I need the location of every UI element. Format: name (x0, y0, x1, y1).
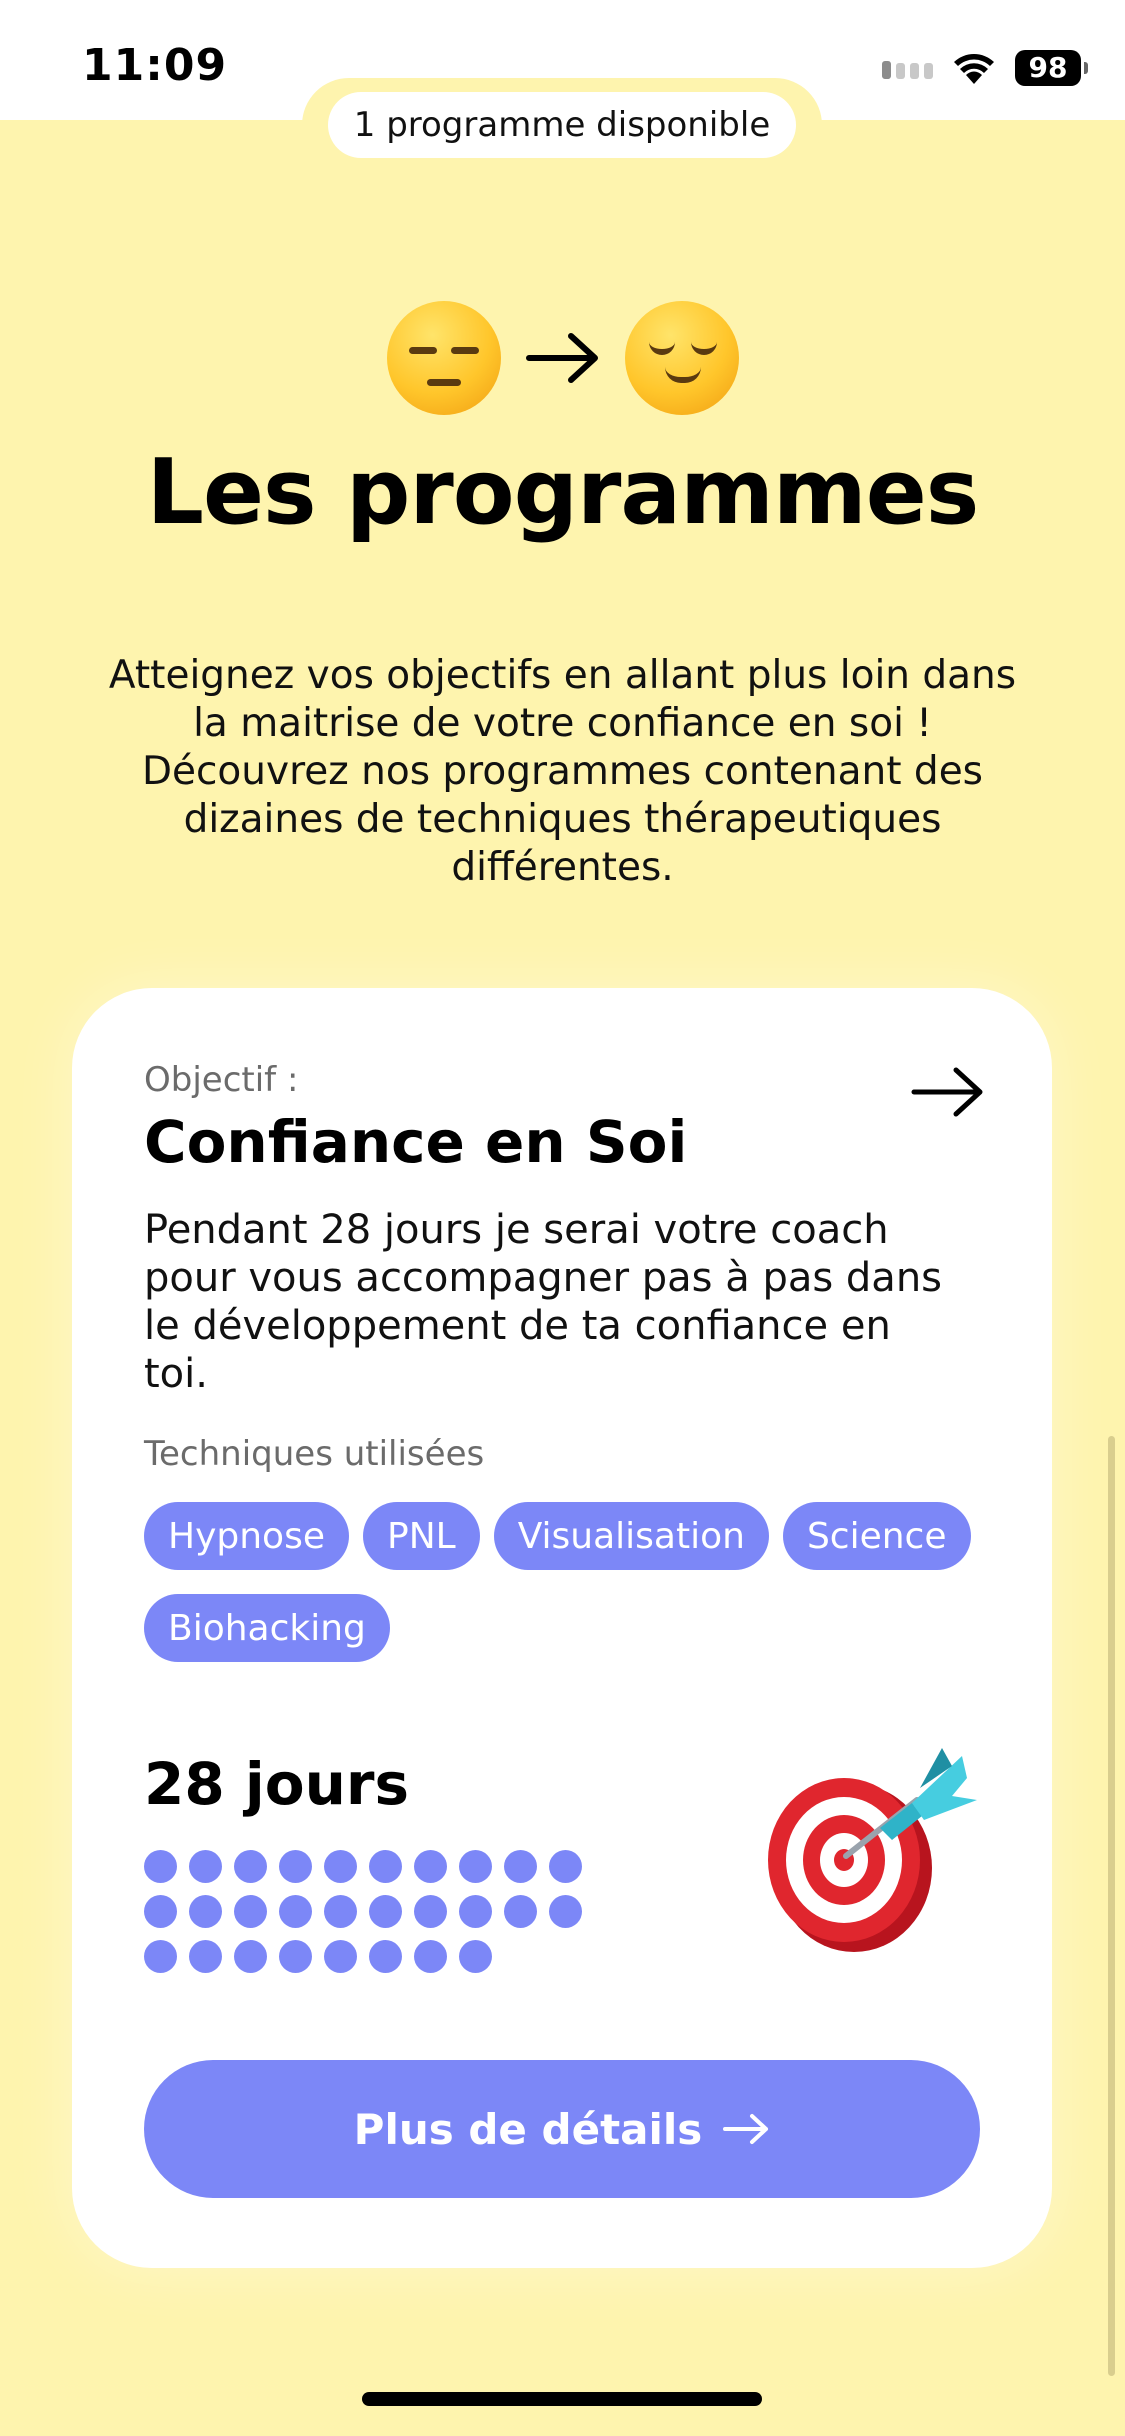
day-dot (279, 1940, 312, 1973)
day-dot (549, 1895, 582, 1928)
relieved-face-icon (624, 301, 739, 415)
day-dot (504, 1895, 537, 1928)
tag-pnl: PNL (362, 1502, 480, 1570)
day-dot (369, 1850, 402, 1883)
arrow-right-icon (525, 333, 598, 383)
page-title: Les programmes (146, 440, 980, 545)
tag-visualisation: Visualisation (493, 1502, 769, 1570)
tag-hypnose: Hypnose (144, 1502, 349, 1570)
program-description: Pendant 28 jours je serai votre coach po… (144, 1207, 943, 1397)
available-programs-pill: 1 programme disponible (302, 78, 822, 172)
wifi-icon (954, 54, 994, 84)
mood-emoji-row (0, 300, 1125, 416)
day-dot (324, 1850, 357, 1883)
day-dot (144, 1895, 177, 1928)
day-dot (234, 1940, 267, 1973)
tag-science: Science (782, 1502, 971, 1570)
available-programs-label: 1 programme disponible (327, 92, 797, 158)
target-dart-icon (768, 1748, 977, 1952)
day-dot (504, 1850, 537, 1883)
battery-icon: 98 (1015, 50, 1088, 86)
objective-label: Objectif : (144, 1060, 299, 1100)
program-title: Confiance en Soi (144, 1108, 688, 1176)
day-dot (234, 1850, 267, 1883)
details-button[interactable]: Plus de détails (144, 2060, 980, 2198)
home-indicator[interactable] (362, 2392, 762, 2406)
day-dot (459, 1940, 492, 1973)
day-dot (459, 1895, 492, 1928)
day-dot (189, 1850, 222, 1883)
status-icons: 98 (882, 46, 1088, 90)
day-dot (414, 1850, 447, 1883)
day-dot (144, 1940, 177, 1973)
tag-biohacking: Biohacking (144, 1594, 390, 1662)
expressionless-face-icon (386, 301, 501, 415)
day-dot (549, 1850, 582, 1883)
day-dot (279, 1850, 312, 1883)
techniques-label: Techniques utilisées (144, 1434, 485, 1474)
arrow-right-icon[interactable] (910, 1064, 986, 1120)
signal-icon (882, 57, 933, 79)
day-dot (414, 1940, 447, 1973)
technique-tags: Hypnose PNL Visualisation Science Biohac… (144, 1502, 1004, 1662)
day-dot (144, 1850, 177, 1883)
day-dot (369, 1895, 402, 1928)
details-button-label: Plus de détails (353, 2104, 703, 2154)
arrow-right-icon (723, 2114, 769, 2144)
day-dot (189, 1895, 222, 1928)
duration-title: 28 jours (144, 1750, 410, 1818)
page-description: Atteignez vos objectifs en allant plus l… (108, 653, 1017, 890)
status-time: 11:09 (82, 40, 228, 91)
day-dot (324, 1895, 357, 1928)
day-dots (144, 1850, 594, 1973)
day-dot (459, 1850, 492, 1883)
day-dot (324, 1940, 357, 1973)
scrollbar[interactable] (1108, 1436, 1115, 2376)
screen: 11:09 98 1 programme disponible Les prog… (0, 0, 1125, 2436)
program-card[interactable]: Objectif : Confiance en Soi Pendant 28 j… (72, 988, 1052, 2268)
day-dot (189, 1940, 222, 1973)
day-dot (234, 1895, 267, 1928)
day-dot (414, 1895, 447, 1928)
day-dot (279, 1895, 312, 1928)
day-dot (369, 1940, 402, 1973)
